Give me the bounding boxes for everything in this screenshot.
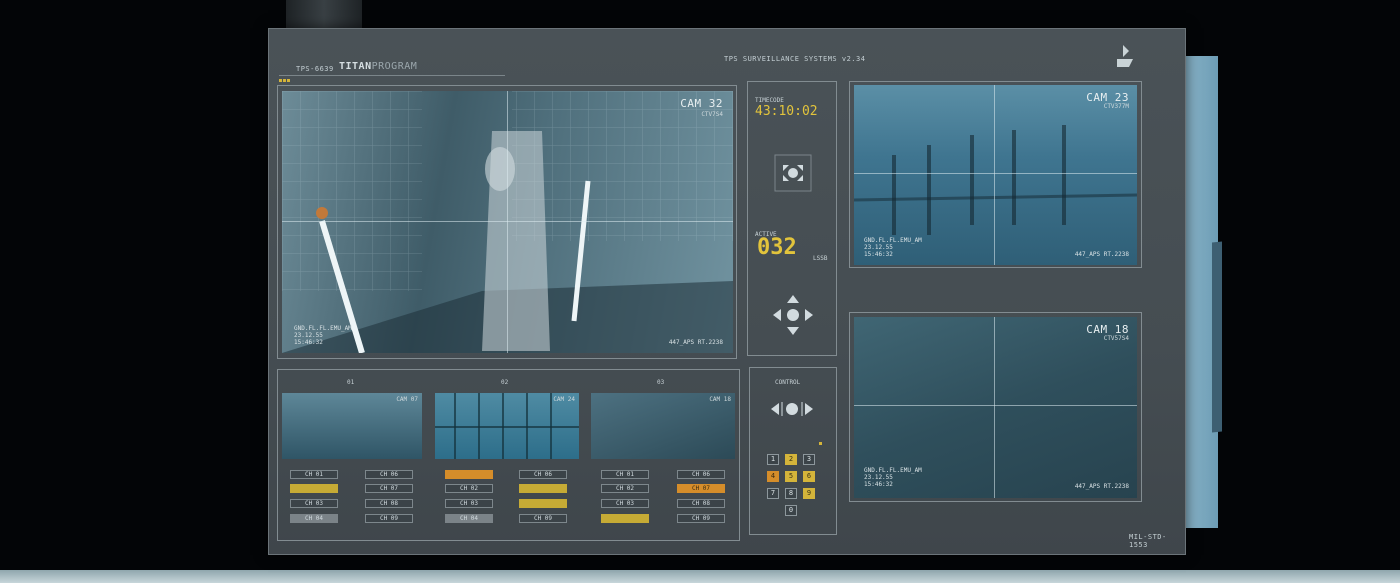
channel-button[interactable]: CH 06 [365, 470, 413, 479]
panel-code: TPS-6639 [296, 65, 334, 73]
timecode-label: TIMECODE [755, 97, 784, 104]
header-rule [279, 75, 505, 76]
pillar-bracket [1212, 241, 1222, 433]
channel-button[interactable]: CH 08 [677, 499, 725, 508]
group1-cam: CAM 07 [396, 396, 418, 403]
main-cam-label: CAM 32 [680, 97, 723, 110]
channel-button[interactable]: CH 09 [519, 514, 567, 523]
channel-button[interactable]: CH 01 [290, 470, 338, 479]
keypad-key[interactable]: 7 [767, 488, 779, 499]
group1-feed[interactable]: CAM 07 [282, 393, 422, 459]
group3-cam: CAM 18 [709, 396, 731, 403]
keypad-key[interactable]: 6 [803, 471, 815, 482]
group-number: 02 [501, 379, 509, 386]
channel-button[interactable]: CH 08 [365, 499, 413, 508]
meta-line: GND.FL.FL.EMU_AM [864, 467, 922, 474]
meta-line: 23.12.55 [864, 244, 893, 251]
channel-button[interactable]: CH 09 [365, 514, 413, 523]
group2-cam: CAM 24 [553, 396, 575, 403]
meta-line: 15:46:32 [864, 251, 893, 258]
crosshair-vertical [994, 317, 995, 498]
pan-directional-pad[interactable] [769, 291, 817, 343]
control-arrows[interactable] [769, 399, 815, 423]
meta-line: 15:46:32 [864, 481, 893, 488]
keypad-key[interactable]: 9 [803, 488, 815, 499]
channel-button[interactable]: CH 07 [365, 484, 413, 493]
group2-feed[interactable]: CAM 24 [435, 393, 579, 459]
system-name: TPS SURVEILLANCE SYSTEMS v2.34 [724, 55, 866, 63]
channel-button[interactable] [519, 484, 567, 493]
crosshair-horizontal [282, 221, 733, 222]
main-feed-rate: 447_APS RT.2238 [668, 339, 723, 346]
timecode-value: 43:10:02 [755, 104, 818, 119]
meta-line: 23.12.55 [294, 332, 323, 339]
surveillance-panel: TPS-6639 TITANPROGRAM TPS SURVEILLANCE S… [268, 28, 1186, 555]
group-number: 03 [657, 379, 665, 386]
channel-button[interactable]: CH 09 [677, 514, 725, 523]
channel-button[interactable] [519, 499, 567, 508]
title-bold: TITAN [339, 61, 372, 72]
meta-line: 15:46:32 [294, 339, 323, 346]
channel-button[interactable]: CH 06 [519, 470, 567, 479]
meta-line: GND.FL.FL.EMU_AM [864, 237, 922, 244]
meta-line: GND.FL.FL.EMU_AM [294, 325, 352, 332]
channel-button[interactable]: CH 02 [601, 484, 649, 493]
floor-strip [0, 570, 1400, 583]
cam18-sub: CTV57S4 [1103, 335, 1129, 342]
keypad-key[interactable]: 2 [785, 454, 797, 465]
cam23-sub: CTV377M [1103, 103, 1129, 110]
title-light: PROGRAM [371, 61, 418, 72]
meta-line: 23.12.55 [864, 474, 893, 481]
group-number: 01 [347, 379, 355, 386]
status-dot [819, 442, 822, 445]
keypad-key[interactable]: 8 [785, 488, 797, 499]
crosshair-vertical [994, 85, 995, 265]
crosshair-horizontal [854, 405, 1137, 406]
status-dots [279, 67, 290, 86]
channel-button[interactable]: CH 07 [677, 484, 725, 493]
channel-button[interactable] [601, 514, 649, 523]
keypad-key[interactable]: 3 [803, 454, 815, 465]
cam18-feed[interactable]: CAM 18 CTV57S4 GND.FL.FL.EMU_AM 23.12.55… [854, 317, 1137, 498]
group3-feed[interactable]: CAM 18 [591, 393, 735, 459]
main-cam-sub: CTV7S4 [701, 111, 723, 118]
page-title: TITANPROGRAM [339, 61, 417, 72]
control-label: CONTROL [775, 379, 801, 386]
channel-button[interactable] [445, 470, 493, 479]
main-feed-meta: GND.FL.FL.EMU_AM 23.12.55 15:46:32 [294, 325, 352, 346]
cam18-rate: 447_APS RT.2238 [1074, 483, 1129, 490]
camera-directional-pad[interactable] [773, 153, 813, 197]
cam23-feed[interactable]: CAM 23 CTV377M GND.FL.FL.EMU_AM 23.12.55… [854, 85, 1137, 265]
keypad-key[interactable]: 0 [785, 505, 797, 516]
channel-button[interactable]: CH 02 [445, 484, 493, 493]
channel-button[interactable]: CH 03 [601, 499, 649, 508]
cam23-rate: 447_APS RT.2238 [1074, 251, 1129, 258]
keypad-key[interactable]: 4 [767, 471, 779, 482]
cam23-meta: GND.FL.FL.EMU_AM 23.12.55 15:46:32 [864, 237, 922, 258]
logo-icon [1115, 45, 1135, 75]
channel-button[interactable]: CH 04 [290, 514, 338, 523]
crosshair-vertical [507, 91, 508, 353]
keypad-key[interactable]: 1 [767, 454, 779, 465]
spec-label: MIL-STD-1553 [1129, 533, 1167, 549]
channel-button[interactable]: CH 06 [677, 470, 725, 479]
channel-button[interactable] [290, 484, 338, 493]
active-unit: LSSB [813, 255, 828, 262]
channel-button[interactable]: CH 04 [445, 514, 493, 523]
channel-button[interactable]: CH 03 [290, 499, 338, 508]
main-camera-feed[interactable]: CAM 32 CTV7S4 GND.FL.FL.EMU_AM 23.12.55 … [282, 91, 733, 353]
active-value: 032 [757, 235, 797, 260]
cam18-meta: GND.FL.FL.EMU_AM 23.12.55 15:46:32 [864, 467, 922, 488]
channel-button[interactable]: CH 03 [445, 499, 493, 508]
keypad-key[interactable]: 5 [785, 471, 797, 482]
channel-button[interactable]: CH 01 [601, 470, 649, 479]
crosshair-horizontal [854, 173, 1137, 174]
